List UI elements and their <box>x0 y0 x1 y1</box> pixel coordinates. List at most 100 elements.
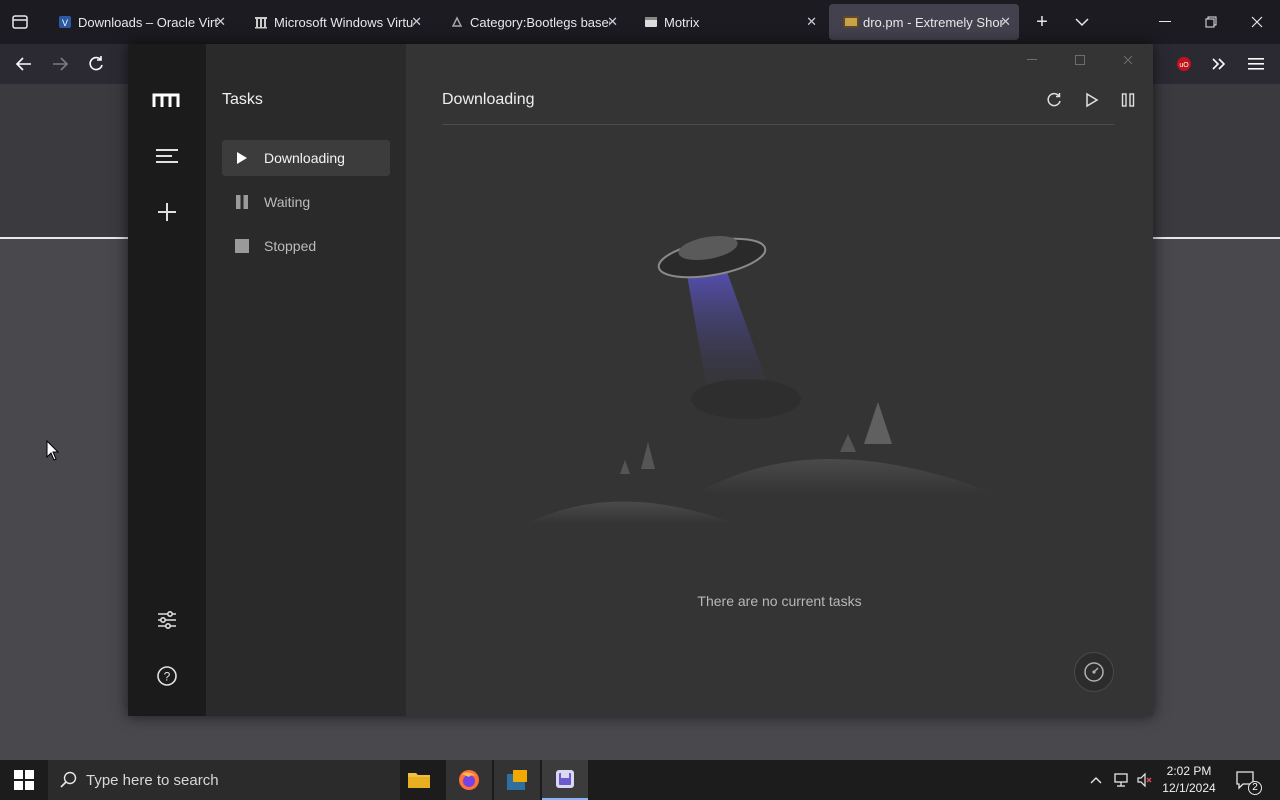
play-outline-icon <box>1086 92 1099 108</box>
minimize-icon <box>1159 21 1171 22</box>
motrix-close-button[interactable] <box>1116 50 1140 70</box>
motrix-minimize-button[interactable] <box>1020 50 1044 70</box>
more-tools-button[interactable] <box>1207 52 1231 76</box>
search-icon <box>60 771 77 788</box>
tab-close-icon[interactable]: ✕ <box>411 14 422 30</box>
motrix-maximize-button[interactable] <box>1068 50 1092 70</box>
taskbar-file-explorer[interactable] <box>396 760 442 800</box>
browser-tab[interactable]: Motrix ✕ <box>630 4 825 40</box>
refresh-tasks-button[interactable] <box>1044 90 1064 110</box>
taskbar-clock[interactable]: 2:02 PM 12/1/2024 <box>1160 763 1218 797</box>
network-icon <box>1114 773 1128 787</box>
refresh-icon <box>1047 92 1061 107</box>
tab-title: Motrix <box>664 14 700 30</box>
resume-all-button[interactable] <box>1082 90 1102 110</box>
motrix-logo <box>152 85 182 115</box>
app-menu-button[interactable] <box>1244 52 1268 76</box>
action-center-button[interactable]: 2 <box>1228 760 1264 800</box>
hamburger-menu-icon <box>1248 58 1264 70</box>
svg-text:?: ? <box>164 670 171 684</box>
tab-close-icon[interactable]: ✕ <box>1000 14 1011 30</box>
browser-tab-active[interactable]: dro.pm - Extremely Short URL ✕ <box>829 4 1019 40</box>
volume-status[interactable] <box>1134 760 1156 800</box>
reload-button[interactable] <box>84 52 108 76</box>
task-list-waiting[interactable]: Waiting <box>222 184 390 220</box>
minimize-button[interactable] <box>1142 0 1188 44</box>
back-button[interactable] <box>12 52 36 76</box>
ublock-shield-icon: uO <box>1177 57 1191 71</box>
notification-count-badge: 2 <box>1248 781 1262 795</box>
browser-tab[interactable]: Category:Bootlegs based on ✕ <box>436 4 626 40</box>
header-divider <box>442 124 1114 125</box>
task-main-panel: Downloading There are no current tasks <box>406 44 1153 716</box>
virtualbox-icon <box>507 770 527 790</box>
browser-tab-bar: V Downloads – Oracle VirtualBox ✕ Micros… <box>0 0 1280 44</box>
firefox-view-button[interactable] <box>8 10 32 34</box>
minimize-icon <box>1027 59 1037 60</box>
task-list-button[interactable] <box>152 141 182 171</box>
double-chevron-right-icon <box>1212 58 1226 70</box>
play-icon <box>234 150 250 166</box>
close-icon <box>1123 55 1133 65</box>
restore-button[interactable] <box>1188 0 1234 44</box>
task-list-stopped[interactable]: Stopped <box>222 228 390 264</box>
motrix-nav-rail: ? <box>128 44 206 716</box>
firefox-view-icon <box>12 15 28 29</box>
dro-icon <box>843 15 859 29</box>
windows-logo-icon <box>14 770 34 790</box>
speedometer-icon <box>1084 662 1104 682</box>
taskbar-motrix[interactable] <box>542 760 588 800</box>
virtualbox-icon: V <box>58 15 72 29</box>
clock-date: 12/1/2024 <box>1162 781 1216 795</box>
browser-tab[interactable]: V Downloads – Oracle VirtualBox ✕ <box>44 4 234 40</box>
taskbar-search-box[interactable]: Type here to search <box>48 760 400 800</box>
help-button[interactable]: ? <box>152 661 182 691</box>
firefox-icon <box>459 770 479 790</box>
plus-icon <box>158 203 176 221</box>
taskbar-virtualbox[interactable] <box>494 760 540 800</box>
speedometer-button[interactable] <box>1074 652 1114 692</box>
pause-icon <box>234 194 250 210</box>
folder-icon <box>408 773 430 788</box>
svg-text:uO: uO <box>1179 62 1189 69</box>
task-list-downloading[interactable]: Downloading <box>222 140 390 176</box>
chevron-up-icon <box>1090 777 1102 784</box>
ublock-origin-button[interactable]: uO <box>1172 52 1196 76</box>
empty-state-message: There are no current tasks <box>697 593 862 609</box>
stop-icon <box>234 238 250 254</box>
pause-outline-icon <box>1121 93 1135 107</box>
close-window-button[interactable] <box>1234 0 1280 44</box>
maximize-icon <box>1075 55 1085 65</box>
forward-arrow-icon <box>53 57 69 71</box>
clock-time: 2:02 PM <box>1166 764 1212 778</box>
network-status[interactable] <box>1110 760 1132 800</box>
mouse-cursor-icon <box>46 440 60 461</box>
svg-text:V: V <box>62 18 68 28</box>
browser-tab[interactable]: Microsoft Windows Virtual PC ✕ <box>240 4 430 40</box>
task-sidebar: Tasks Downloading Waiting Stopped <box>206 44 406 716</box>
show-hidden-icons-button[interactable] <box>1086 760 1106 800</box>
taskbar-firefox[interactable] <box>446 760 492 800</box>
reload-icon <box>89 56 103 71</box>
forward-button[interactable] <box>48 52 72 76</box>
preferences-button[interactable] <box>152 605 182 635</box>
task-list-label: Waiting <box>264 194 311 210</box>
page-title: Downloading <box>442 91 535 108</box>
close-icon <box>1251 16 1263 28</box>
tab-close-icon[interactable]: ✕ <box>215 14 226 30</box>
search-placeholder: Type here to search <box>86 771 219 789</box>
tab-close-icon[interactable]: ✕ <box>607 14 618 30</box>
task-list-label: Downloading <box>264 150 345 166</box>
ufo-empty-illustration <box>526 235 996 524</box>
tab-title: dro.pm - Extremely Short URL <box>863 14 1003 30</box>
volume-muted-icon <box>1137 772 1152 788</box>
motrix-app-window: ? Tasks Downloading Waiting Stopped Down… <box>128 44 1153 716</box>
start-button[interactable] <box>0 760 48 800</box>
back-arrow-icon <box>15 57 31 71</box>
pause-all-button[interactable] <box>1118 90 1138 110</box>
chevron-down-icon <box>1075 18 1089 27</box>
tab-close-icon[interactable]: ✕ <box>806 14 817 30</box>
list-all-tabs-button[interactable] <box>1059 0 1105 44</box>
add-task-button[interactable] <box>152 197 182 227</box>
restore-icon <box>1205 16 1217 28</box>
